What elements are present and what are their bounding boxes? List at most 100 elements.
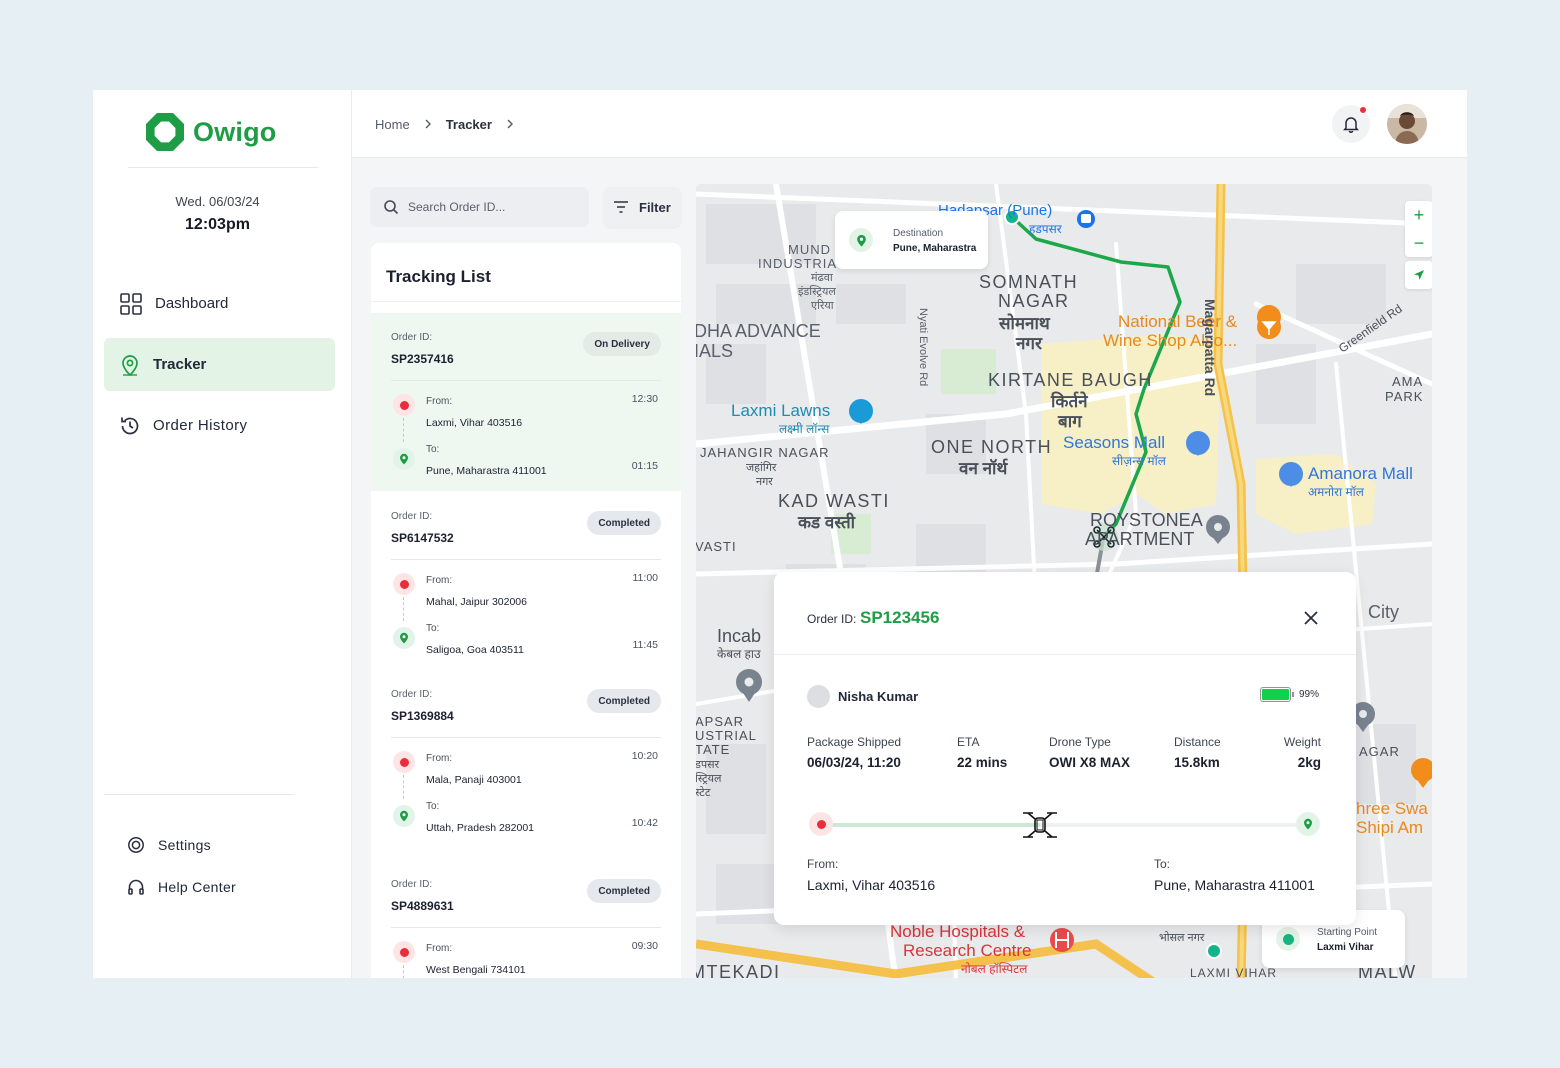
order-id-label: Order ID: [807, 612, 857, 626]
map-label: Nyati Evolve Rd [917, 308, 929, 387]
destination-value: Pune, Maharastra [893, 243, 977, 254]
map-label: बाग [1058, 412, 1082, 431]
map-label: National Beer & [1118, 312, 1238, 331]
origin-marker [393, 941, 415, 963]
order-id: SP2357416 [391, 352, 454, 366]
customer-name: Nisha Kumar [838, 689, 919, 704]
grid-icon [120, 292, 142, 315]
map-label: APSAR [696, 714, 745, 729]
from-label: From: [426, 575, 453, 586]
map-label: hree Swa [1356, 799, 1428, 818]
weight-label: Weight [1283, 735, 1321, 749]
battery-percent: 99% [1299, 689, 1320, 700]
from-label: From: [807, 857, 839, 871]
location-pin-icon [849, 228, 873, 252]
route-connector [403, 418, 404, 442]
battery-tip [1292, 692, 1294, 697]
map-label: Laxmi Lawns [731, 401, 831, 420]
current-date: Wed. 06/03/24 [175, 194, 260, 209]
divider [104, 794, 294, 795]
map-label: डपसर [696, 759, 720, 771]
search-input[interactable] [408, 200, 568, 214]
from-label: From: [426, 396, 453, 407]
settings-label: Settings [158, 837, 211, 853]
status-badge: On Delivery [583, 332, 661, 356]
map-label: नगर [1016, 334, 1042, 353]
filter-button[interactable]: Filter [604, 187, 681, 227]
map-label: TATE [696, 742, 731, 757]
divider [391, 559, 661, 560]
map-label: City [1368, 602, 1399, 622]
map-label: ONE NORTH [931, 437, 1053, 457]
delivery-progress-track [829, 823, 1309, 827]
to-address: Uttah, Pradesh 282001 [426, 822, 534, 834]
order-card[interactable]: Order ID: SP2357416 On Delivery From: La… [371, 313, 681, 491]
gear-icon [128, 837, 144, 853]
origin-marker [393, 751, 415, 773]
map-label: इंडस्ट्रियल [798, 286, 836, 298]
notification-button[interactable] [1332, 105, 1370, 143]
map-label: PARK [1385, 389, 1424, 404]
order-card[interactable]: Order ID: SP6147532 Completed From: Maha… [371, 492, 681, 670]
owigo-logo-icon [146, 113, 184, 151]
to-time: 11:45 [632, 639, 659, 651]
close-icon[interactable] [1301, 608, 1321, 628]
breadcrumb: Home Tracker [375, 117, 514, 132]
order-id: SP1369884 [391, 709, 454, 723]
breadcrumb-tracker[interactable]: Tracker [446, 117, 492, 132]
map-label: DHA ADVANCE [696, 321, 821, 341]
to-label: To: [1154, 857, 1171, 871]
order-card[interactable]: Order ID: SP4889631 Completed From: West… [371, 860, 681, 978]
to-time: 10:42 [631, 817, 658, 829]
logo[interactable]: Owigo [145, 112, 277, 152]
nav-order-history[interactable]: Order History [104, 399, 335, 452]
drone-type-value: OWI X8 MAX [1049, 755, 1131, 770]
divider [391, 927, 661, 928]
app-window: Owigo Wed. 06/03/24 12:03pm Dashboard Tr… [93, 90, 1467, 978]
route-connector [403, 775, 404, 799]
distance-value: 15.8km [1174, 755, 1220, 770]
to-label: To: [426, 444, 440, 455]
notification-dot [1359, 106, 1367, 114]
order-card[interactable]: Order ID: SP1369884 Completed From: Mala… [371, 670, 681, 860]
origin-marker [809, 812, 833, 836]
map-label: SOMNATH [979, 272, 1079, 292]
map-label: Seasons Mall [1063, 433, 1166, 452]
to-address: Saligoa, Goa 403511 [426, 644, 524, 656]
from-time: 11:00 [632, 572, 659, 584]
breadcrumb-home[interactable]: Home [375, 117, 410, 132]
nav-dashboard[interactable]: Dashboard [104, 277, 335, 330]
divider [391, 380, 661, 381]
settings-link[interactable]: Settings [127, 836, 211, 854]
map-label: KAD WASTI [778, 491, 890, 511]
zoom-in-icon[interactable]: + [1414, 205, 1425, 226]
nav-tracker[interactable]: Tracker [104, 338, 335, 391]
order-id-label: Order ID: [391, 511, 433, 522]
map-label: अमनोरा मॉल [1308, 485, 1364, 499]
nav-label: Dashboard [155, 295, 229, 312]
distance-label: Distance [1174, 735, 1221, 749]
battery-indicator [1260, 687, 1291, 702]
filter-label: Filter [639, 199, 671, 215]
from-time: 09:30 [631, 940, 658, 952]
map-label: एरिया [811, 300, 834, 312]
map-label: स्टेट [696, 787, 711, 799]
zoom-out-icon[interactable]: − [1414, 233, 1425, 254]
map-label: लक्ष्मी लॉन्स [779, 422, 830, 436]
filter-icon [614, 201, 628, 213]
map-label: INDUSTRIA [758, 256, 838, 271]
user-avatar[interactable] [1387, 104, 1427, 144]
map-label: स्ट्रियल [696, 773, 722, 785]
map-label: NAGAR [998, 291, 1070, 311]
brand-name: Owigo [193, 116, 277, 147]
map-label: Amanora Mall [1308, 464, 1413, 483]
order-id: SP4889631 [391, 899, 454, 913]
battery-level [1262, 689, 1289, 700]
search-box[interactable] [370, 187, 589, 227]
map-label: Incab [717, 626, 762, 646]
destination-pin-icon [393, 627, 415, 649]
help-center-link[interactable]: Help Center [127, 878, 236, 896]
order-detail-card: Order ID: SP123456 Nisha Kumar 99% Packa… [774, 572, 1356, 925]
locate-button[interactable] [1405, 261, 1432, 289]
map-label: IALS [696, 341, 734, 361]
